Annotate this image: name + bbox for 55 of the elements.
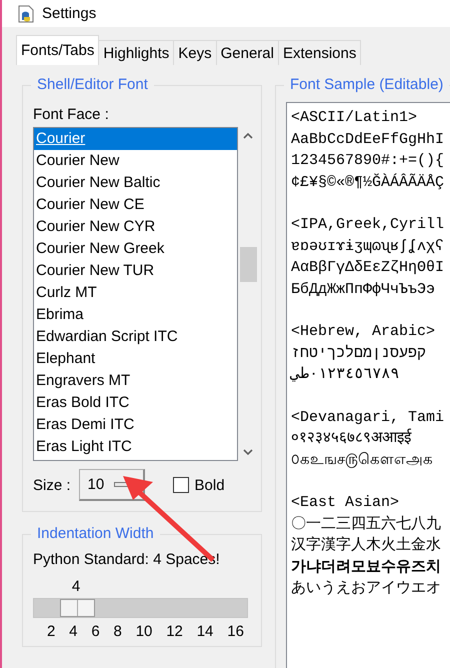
bold-label: Bold — [194, 476, 225, 494]
sample-text-line: ¢£¥§©«®¶½ĞÀÁÂÃÄÅÇ — [291, 172, 444, 192]
tick-label: 2 — [47, 623, 56, 640]
tick-label: 14 — [196, 623, 214, 640]
indent-slider[interactable] — [33, 598, 248, 618]
sample-text-line: <Devanagari, Tami — [291, 408, 444, 428]
font-list-item[interactable]: Courier New TUR — [34, 260, 237, 282]
font-list-item[interactable]: Courier New Greek — [34, 238, 237, 260]
tick-label: 6 — [91, 623, 100, 640]
document-icon — [18, 4, 34, 22]
sample-text-line: 〇一二三四五六七八九 — [291, 514, 441, 534]
sample-text-line: <ASCII/Latin1> — [291, 108, 418, 128]
sample-text-line: <East Asian> — [291, 493, 400, 513]
sample-text-line: ௦கஉஙச௫கௌஎஅக — [291, 450, 433, 470]
font-list-item[interactable]: Courier New — [34, 150, 237, 172]
sample-text-line: <Hebrew, Arabic> — [291, 322, 436, 342]
font-list-item[interactable]: Courier New CE — [34, 194, 237, 216]
sample-text-line: БбДдЖжПпФфЧчЪъЭэ — [291, 280, 436, 300]
sample-text-line: 1234567890#:+=(){ — [291, 151, 444, 171]
font-list-item[interactable]: Curlz MT — [34, 282, 237, 304]
tab[interactable]: Extensions — [278, 40, 362, 65]
font-list-item[interactable]: Courier New Baltic — [34, 172, 237, 194]
font-list-item[interactable]: Eras Bold ITC — [34, 392, 237, 414]
sample-text-line: ०१२३४५६७८९अआइई — [291, 428, 411, 449]
font-list-item[interactable]: Elephant — [34, 348, 237, 370]
tick-label: 8 — [114, 623, 122, 640]
tab[interactable]: Fonts/Tabs — [16, 35, 100, 65]
size-label: Size : — [33, 476, 71, 494]
sample-text-line: 가냐더려모뵤수유즈치 — [291, 558, 441, 578]
sample-text-line: קפעסנןמםלכךיטחז — [291, 344, 426, 364]
sample-text-line: AaBbCcDdEeFfGgHhI — [291, 130, 444, 150]
slider-thumb[interactable] — [60, 599, 94, 617]
font-list-item[interactable]: Eras Light ITC — [34, 436, 237, 458]
font-list-item[interactable]: Edwardian Script ITC — [34, 326, 237, 348]
window-title: Settings — [42, 5, 96, 22]
sample-text-line: <IPA,Greek,Cyrill — [291, 215, 444, 235]
font-list-item[interactable]: Engravers MT — [34, 370, 237, 392]
slider-value: 4 — [72, 578, 80, 595]
sample-text-line: あいうえおアイウエオ — [291, 579, 441, 599]
bold-checkbox[interactable] — [172, 477, 189, 493]
font-face-label: Font Face : — [33, 106, 110, 123]
tick-label: 16 — [227, 623, 244, 640]
sample-text-line: ٠١٢٣٤٥٦٧٨٩طي — [291, 365, 400, 385]
font-list-item[interactable]: Courier — [34, 128, 237, 150]
tick-label: 12 — [166, 623, 183, 640]
font-list-item[interactable]: Eras Demi ITC — [34, 414, 237, 436]
tick-label: 4 — [69, 623, 78, 640]
scrollbar-thumb[interactable] — [240, 247, 256, 282]
sample-text-line: ɐɒəʊɪɤɨʒɰɷʯʁʃʆʌχʕ — [291, 236, 444, 256]
group-title: Font Sample (Editable) — [284, 76, 450, 94]
font-list-item[interactable]: Courier New CYR — [34, 216, 237, 238]
tick-label: 10 — [136, 623, 152, 640]
sample-text-line: AαBβΓγΔδEεZζHηΘθI — [291, 258, 444, 278]
font-list-item[interactable]: Ebrima — [34, 304, 237, 326]
sample-text-line: 汉字漢字人木火土金水 — [291, 535, 441, 556]
